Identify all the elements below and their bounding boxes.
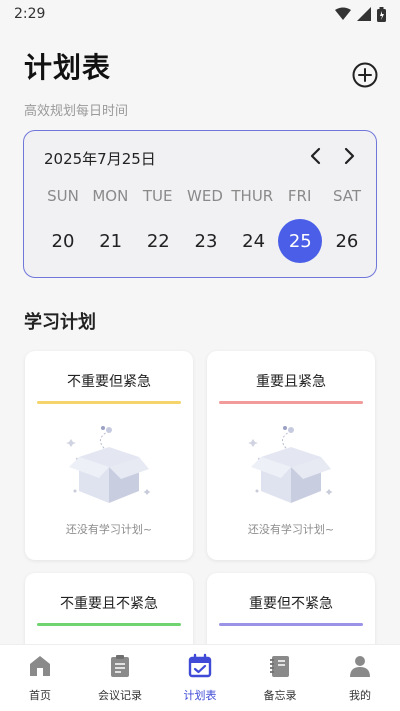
empty-state-text: 还没有学习计划~ — [65, 523, 153, 536]
tab-label: 计划表 — [183, 689, 217, 702]
tab-label: 会议记录 — [98, 689, 142, 702]
quadrant-title: 不重要且不紧急 — [60, 596, 158, 612]
quadrant-card[interactable]: 重要且紧急 还没有学习计划~ — [207, 351, 375, 560]
tab-profile[interactable]: 我的 — [320, 645, 400, 711]
quadrant-title: 重要且紧急 — [256, 374, 326, 390]
page-header: 计划表 高效规划每日时间 — [24, 46, 384, 119]
empty-state-text: 还没有学习计划~ — [247, 523, 335, 536]
week-calendar: 2025年7月25日 SUN MON TUE WED THUR FRI SAT … — [23, 130, 377, 278]
tab-label: 我的 — [349, 689, 371, 702]
calendar-date-label: 2025年7月25日 — [44, 150, 156, 168]
day-cell[interactable]: 26 — [324, 219, 370, 263]
tab-label: 首页 — [29, 689, 51, 702]
page-title: 计划表 — [24, 51, 112, 84]
weekday-label: SUN — [47, 187, 79, 205]
quadrant-title: 重要但不紧急 — [249, 596, 333, 612]
home-icon — [30, 656, 50, 676]
weekday-label: THUR — [231, 187, 274, 205]
empty-box-illustration — [248, 426, 333, 503]
weekday-label: WED — [187, 187, 223, 205]
next-week-button[interactable] — [340, 146, 358, 166]
tab-home[interactable]: 首页 — [0, 645, 80, 711]
add-plan-button[interactable] — [352, 62, 378, 88]
day-cell[interactable]: 22 — [135, 219, 181, 263]
empty-box-illustration — [66, 426, 151, 503]
previous-week-button[interactable] — [307, 146, 325, 166]
tab-meeting-notes[interactable]: 会议记录 — [80, 645, 160, 711]
quadrant-divider — [37, 401, 181, 404]
day-cell[interactable]: 20 — [40, 219, 86, 263]
quadrant-divider — [37, 623, 181, 626]
day-row: 20 21 22 23 24 25 26 — [40, 219, 370, 263]
page-subtitle: 高效规划每日时间 — [24, 104, 129, 119]
status-icons — [335, 6, 386, 22]
status-bar: 2:29 — [0, 0, 400, 28]
bottom-tab-bar: 首页 会议记录 计划表 备忘录 我的 — [0, 644, 400, 711]
tab-memo[interactable]: 备忘录 — [240, 645, 320, 711]
weekday-label: FRI — [287, 187, 312, 205]
day-cell[interactable]: 21 — [88, 219, 134, 263]
notebook-icon — [270, 656, 289, 677]
clipboard-icon — [111, 655, 129, 677]
quadrant-divider — [219, 623, 363, 626]
tab-schedule[interactable]: 计划表 — [160, 645, 240, 711]
weekday-label: TUE — [142, 187, 173, 205]
quadrant-divider — [219, 401, 363, 404]
calendar-check-icon — [188, 653, 212, 678]
weekday-label: MON — [92, 187, 129, 205]
weekday-row: SUN MON TUE WED THUR FRI SAT — [40, 187, 370, 205]
battery-icon — [377, 6, 386, 22]
day-cell-selected[interactable]: 25 — [278, 219, 323, 263]
quadrant-title: 不重要但紧急 — [67, 374, 151, 390]
signal-icon — [357, 7, 371, 21]
status-time: 2:29 — [14, 6, 46, 22]
section-title: 学习计划 — [24, 312, 96, 333]
day-cell[interactable]: 23 — [183, 219, 229, 263]
person-icon — [350, 656, 370, 677]
tab-label: 备忘录 — [263, 689, 297, 702]
weekday-label: SAT — [332, 187, 361, 205]
wifi-icon — [335, 7, 351, 20]
quadrant-card[interactable]: 不重要但紧急 还没有学习计划~ — [25, 351, 193, 560]
day-cell[interactable]: 24 — [231, 219, 277, 263]
